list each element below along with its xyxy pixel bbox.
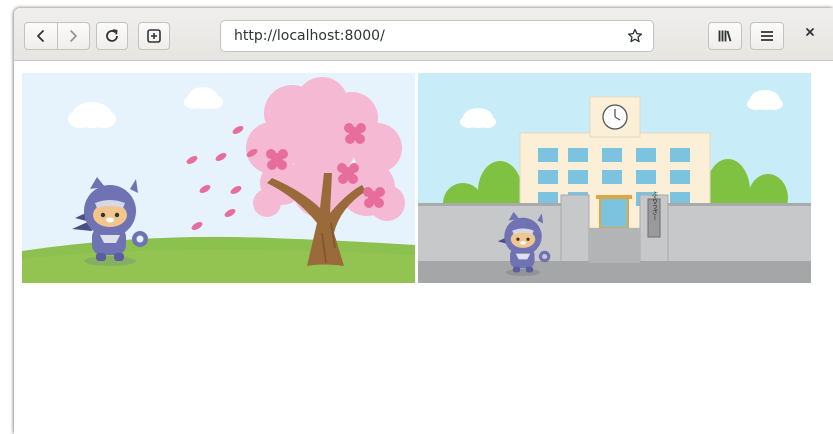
nav-button-group <box>24 22 90 50</box>
library-button[interactable] <box>708 22 742 50</box>
hamburger-menu-icon <box>761 31 773 41</box>
new-tab-icon <box>147 29 161 43</box>
browser-toolbar: http://localhost:8000/ <box>14 8 833 61</box>
star-icon[interactable] <box>627 28 643 44</box>
url-text: http://localhost:8000/ <box>234 28 385 44</box>
url-bar[interactable]: http://localhost:8000/ <box>220 20 654 52</box>
library-icon <box>718 30 732 42</box>
page-content: ぶらうざー <box>14 61 833 434</box>
reload-button[interactable] <box>96 22 128 50</box>
reload-icon <box>106 29 118 42</box>
close-icon[interactable] <box>804 26 816 38</box>
ninja-cherry-blossom-image <box>22 73 415 283</box>
forward-button[interactable] <box>56 23 90 49</box>
school-gate-sign: ぶらうざー <box>651 191 658 221</box>
browser-window: http://localhost:8000/ ぶらうざー <box>14 8 833 434</box>
back-icon <box>36 30 44 42</box>
back-button[interactable] <box>25 23 57 49</box>
new-tab-button[interactable] <box>138 22 170 50</box>
forward-icon <box>70 30 78 42</box>
ninja-school-gate-image: ぶらうざー <box>418 73 811 283</box>
menu-button[interactable] <box>750 22 784 50</box>
